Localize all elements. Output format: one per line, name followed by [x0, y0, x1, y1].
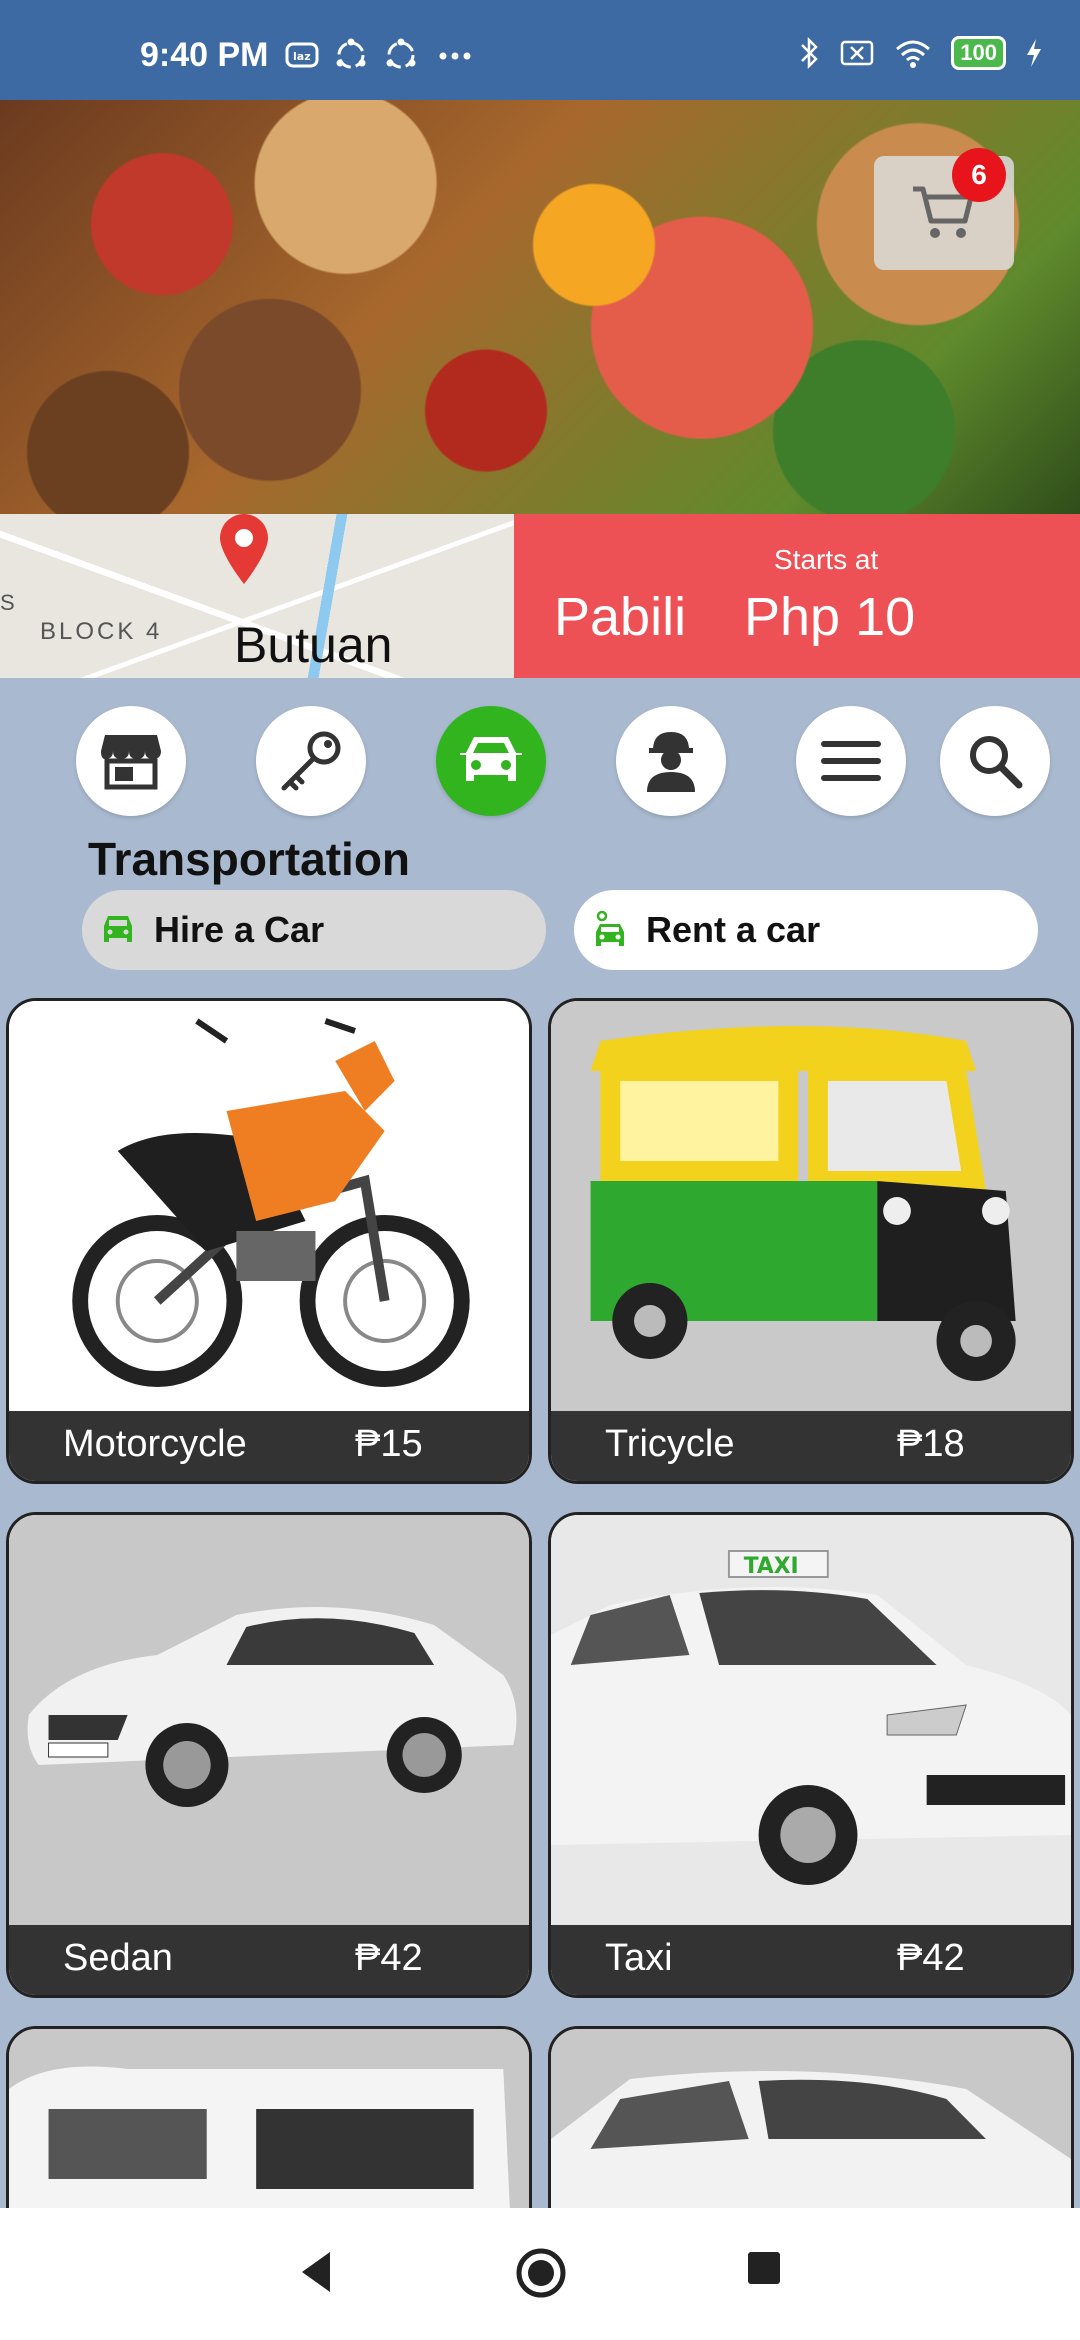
map-edge-letter: S	[0, 590, 15, 615]
vehicle-name: Taxi	[605, 1937, 673, 1979]
vehicle-price: ₱18	[897, 1423, 965, 1465]
back-icon[interactable]	[296, 2248, 336, 2296]
hire-a-car-label: Hire a Car	[154, 909, 325, 950]
vehicle-caption: Taxi ₱42	[551, 1925, 1071, 1995]
category-store-button[interactable]	[76, 706, 186, 816]
svg-text:laz: laz	[293, 50, 311, 63]
status-bar: 9:40 PM laz 100	[0, 0, 1080, 100]
category-worker-button[interactable]	[616, 706, 726, 816]
system-nav-bar	[0, 2208, 1080, 2340]
bluetooth-icon	[801, 36, 819, 70]
car-front-icon	[104, 916, 132, 942]
map-tile[interactable]: S BLOCK 4 Butuan	[0, 514, 514, 678]
taxi-image: TAXI	[551, 1515, 1071, 1925]
vehicle-name: Sedan	[63, 1937, 173, 1979]
status-icons-right: 100	[797, 36, 1044, 70]
rent-a-car-label: Rent a car	[646, 909, 821, 950]
vehicle-price: ₱42	[355, 1937, 423, 1979]
category-rental-button[interactable]	[256, 706, 366, 816]
home-icon[interactable]	[514, 2246, 568, 2300]
car-icon	[460, 737, 522, 781]
promo-subtitle: Starts at	[774, 544, 879, 575]
taxi-sign-label: TAXI	[744, 1554, 799, 1579]
vehicle-card-motorcycle[interactable]: Motorcycle ₱15	[6, 998, 532, 1484]
lazada-icon: laz	[285, 42, 319, 68]
search-icon	[970, 736, 1023, 789]
rent-a-car-button[interactable]: Rent a car	[574, 890, 1038, 970]
worker-icon	[647, 732, 695, 792]
map-city-label: Butuan	[234, 617, 393, 673]
vehicle-card-sedan[interactable]: Sedan ₱42	[6, 1512, 532, 1998]
status-icons-left: laz	[285, 38, 477, 72]
promo-name: Pabili	[554, 587, 687, 647]
pabili-promo-banner[interactable]: Starts at Pabili Php 10	[514, 514, 1080, 678]
battery-icon: 100	[951, 36, 1006, 70]
promo-price: Php 10	[744, 587, 916, 647]
store-icon	[101, 735, 161, 790]
vehicle-name: Motorcycle	[63, 1423, 247, 1465]
cart-badge: 6	[952, 148, 1006, 202]
charging-icon	[1027, 39, 1041, 67]
vehicle-caption: Tricycle ₱18	[551, 1411, 1071, 1481]
car-key-icon	[596, 910, 624, 946]
key-icon	[281, 731, 341, 791]
sedan-image	[9, 1515, 529, 1925]
map-pin-icon	[220, 514, 268, 584]
recents-icon[interactable]	[746, 2250, 782, 2286]
no-sim-icon	[841, 40, 874, 66]
category-menu-button[interactable]	[796, 706, 906, 816]
sync-icon	[386, 38, 416, 69]
vehicle-caption: Motorcycle ₱15	[9, 1411, 529, 1481]
section-title: Transportation	[88, 833, 411, 885]
vehicle-price: ₱42	[897, 1937, 965, 1979]
category-search-button[interactable]	[940, 706, 1050, 816]
vehicle-name: Tricycle	[605, 1423, 735, 1465]
menu-icon	[821, 741, 881, 781]
vehicle-caption: Sedan ₱42	[9, 1925, 529, 1995]
hire-a-car-button[interactable]: Hire a Car	[82, 890, 546, 970]
category-transport-button[interactable]	[436, 706, 546, 816]
vehicle-card-taxi[interactable]: TAXI Taxi ₱42	[548, 1512, 1074, 1998]
status-time: 9:40 PM	[140, 36, 269, 74]
map-block-label: BLOCK 4	[40, 618, 163, 645]
vehicle-card-tricycle[interactable]: Tricycle ₱18	[548, 998, 1074, 1484]
vehicle-price: ₱15	[355, 1423, 423, 1465]
tricycle-image	[551, 1001, 1071, 1411]
motorcycle-image	[9, 1001, 529, 1411]
wifi-icon	[896, 40, 931, 68]
sync-icon	[336, 38, 366, 69]
more-dots-icon	[439, 52, 471, 60]
